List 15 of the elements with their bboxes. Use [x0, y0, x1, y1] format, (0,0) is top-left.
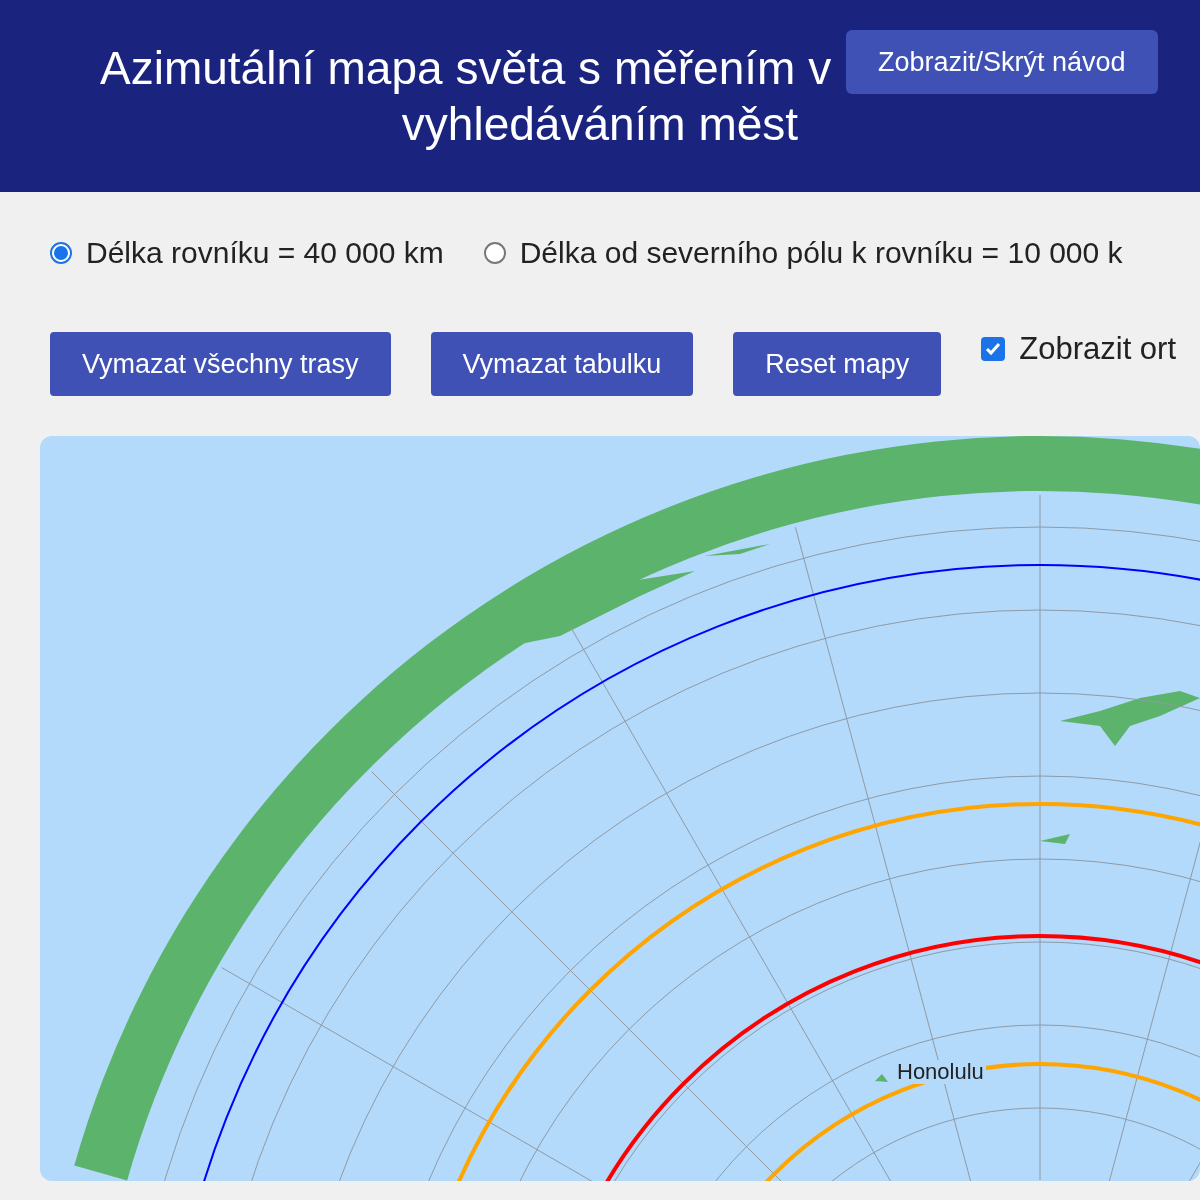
radio-button[interactable] — [483, 242, 506, 264]
radio-label: Délka rovníku = 40 000 km — [86, 236, 444, 270]
checkbox[interactable] — [981, 337, 1006, 361]
action-button[interactable]: Reset mapy — [733, 332, 942, 396]
radio-button[interactable] — [50, 242, 72, 264]
city-label: Honolulu — [895, 1060, 986, 1084]
radio-label: Délka od severního pólu k rovníku = 10 000 k — [519, 236, 1123, 270]
map-background[interactable]: Honolulu — [40, 436, 1200, 1181]
checkbox-label: Zobrazit ort — [1019, 331, 1177, 367]
page-title: vyhledáváním měst — [401, 97, 799, 152]
guide-toggle-button[interactable]: Zobrazit/Skrýt návod — [846, 30, 1158, 94]
page-title: Azimutální mapa světa s měřením v — [100, 41, 832, 96]
action-button[interactable]: Vymazat všechny trasy — [50, 332, 391, 396]
action-button[interactable]: Vymazat tabulku — [430, 332, 694, 396]
check-icon — [984, 340, 1003, 358]
